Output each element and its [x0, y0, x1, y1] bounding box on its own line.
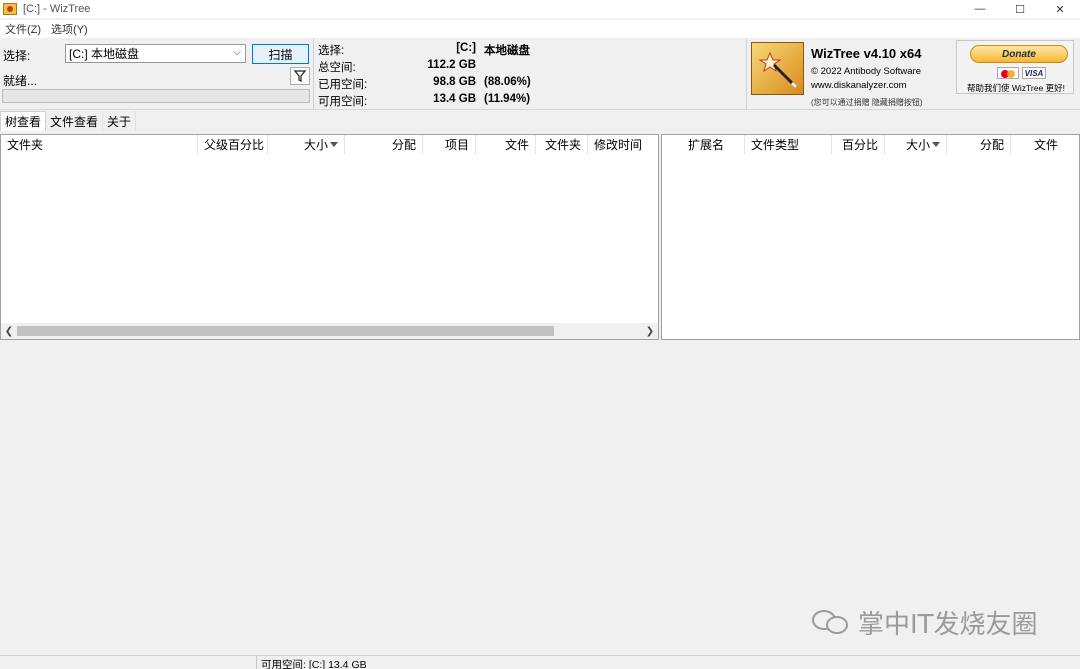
column-header-files[interactable]: 文件: [476, 135, 536, 155]
column-header-size[interactable]: 大小: [885, 135, 947, 155]
tab-about[interactable]: 关于: [103, 111, 137, 131]
minimize-icon[interactable]: —: [960, 0, 1000, 18]
drive-select[interactable]: [C:] 本地磁盘 ⌵: [65, 44, 246, 63]
menu-bar: 文件(Z) 选项(Y): [0, 20, 1080, 38]
column-header-allocated[interactable]: 分配: [345, 135, 423, 155]
visa-icon: VISA: [1022, 67, 1046, 79]
info-extra: (88.06%): [484, 76, 531, 88]
column-header-extension[interactable]: 扩展名: [682, 135, 745, 155]
filter-icon: [294, 70, 306, 82]
info-value: 112.2 GB: [427, 59, 476, 71]
info-label: 可用空间:: [318, 96, 368, 108]
info-row-total: 总空间: 112.2 GB: [318, 57, 548, 74]
website-link[interactable]: www.diskanalyzer.com: [811, 80, 907, 91]
sort-desc-icon: [932, 142, 940, 147]
window-controls: — ☐ ✕: [960, 0, 1080, 18]
scan-progress-bar: [2, 89, 310, 103]
info-row-used: 已用空间: 98.8 GB (88.06%): [318, 74, 548, 91]
info-value: 98.8 GB: [433, 76, 476, 88]
status-separator: [256, 656, 257, 669]
donate-help-text: 帮助我们使 WizTree 更好!: [967, 83, 1065, 93]
column-header-folder[interactable]: 文件夹: [1, 135, 198, 155]
column-header-modified[interactable]: 修改时间: [588, 135, 658, 155]
window-title: [C:] - WizTree: [23, 3, 91, 15]
watermark-text: 掌中IT发烧友圈: [858, 609, 1038, 640]
status-bar-text: 可用空间: [C:] 13.4 GB: [261, 659, 367, 669]
scroll-left-icon[interactable]: ❮: [2, 323, 16, 339]
folder-tree-pane[interactable]: 文件夹 父级百分比 大小 分配 项目 文件 文件夹 修改时间 ❮ ❯: [0, 134, 659, 340]
wechat-icon: [812, 608, 852, 636]
tree-column-headers: 文件夹 父级百分比 大小 分配 项目 文件 文件夹 修改时间: [1, 135, 658, 155]
column-header-parent-percent[interactable]: 父级百分比: [198, 135, 268, 155]
panel-divider: [313, 38, 314, 110]
info-label: 已用空间:: [318, 79, 368, 91]
watermark: 掌中IT发烧友圈: [812, 605, 1038, 640]
chevron-down-icon: ⌵: [233, 47, 241, 58]
donate-button[interactable]: Donate: [970, 45, 1068, 63]
status-bar: 可用空间: [C:] 13.4 GB: [0, 655, 1080, 669]
info-value: [C:]: [456, 42, 476, 54]
info-label: 总空间:: [318, 62, 356, 74]
column-header-files[interactable]: 文件: [1011, 135, 1064, 155]
copyright-text: © 2022 Antibody Software: [811, 66, 921, 77]
scrollbar-thumb[interactable]: [17, 326, 554, 336]
wiztree-logo: [751, 42, 804, 95]
donate-note: (您可以通过捐赠 隐藏捐赠按钮): [811, 98, 923, 107]
title-bar: [C:] - WizTree — ☐ ✕: [0, 0, 1080, 18]
column-header-file-type[interactable]: 文件类型: [745, 135, 832, 155]
panel-divider: [746, 38, 747, 110]
menu-file[interactable]: 文件(Z): [0, 21, 46, 37]
close-icon[interactable]: ✕: [1040, 0, 1080, 18]
info-row-free: 可用空间: 13.4 GB (11.94%): [318, 91, 548, 108]
info-value: 13.4 GB: [433, 93, 476, 105]
column-header-size-label: 大小: [905, 138, 930, 152]
column-header-folders[interactable]: 文件夹: [536, 135, 588, 155]
view-tabs: 树查看 文件查看 关于: [0, 111, 137, 131]
info-label: 选择:: [318, 45, 345, 57]
extension-list-pane[interactable]: 扩展名 文件类型 百分比 大小 分配 文件: [661, 134, 1080, 340]
top-panel: 选择: [C:] 本地磁盘 ⌵ 扫描 就绪... 选择: [C:] 本地磁盘 总…: [0, 38, 1080, 110]
magic-wand-icon: [757, 51, 797, 88]
info-row-select: 选择: [C:] 本地磁盘: [318, 40, 548, 57]
select-label: 选择:: [3, 49, 31, 63]
horizontal-scrollbar[interactable]: ❮ ❯: [1, 323, 658, 339]
tab-tree-view[interactable]: 树查看: [0, 111, 47, 131]
payment-cards: VISA: [997, 67, 1046, 79]
column-header-size[interactable]: 大小: [268, 135, 345, 155]
column-header-items[interactable]: 项目: [423, 135, 476, 155]
tab-file-view[interactable]: 文件查看: [46, 111, 104, 131]
column-header-allocated[interactable]: 分配: [947, 135, 1011, 155]
menu-options[interactable]: 选项(Y): [46, 21, 93, 37]
scan-button[interactable]: 扫描: [252, 44, 309, 64]
info-extra: 本地磁盘: [484, 45, 530, 57]
drive-info: 选择: [C:] 本地磁盘 总空间: 112.2 GB 已用空间: 98.8 G…: [318, 40, 548, 108]
status-label: 就绪...: [3, 74, 38, 88]
wiztree-app-icon: [3, 3, 17, 15]
sort-desc-icon: [330, 142, 338, 147]
donate-panel: Donate VISA 帮助我们使 WizTree 更好!: [956, 40, 1074, 94]
filter-button[interactable]: [290, 67, 310, 85]
info-extra: (11.94%): [484, 93, 531, 105]
column-header-percent[interactable]: 百分比: [832, 135, 885, 155]
scroll-right-icon[interactable]: ❯: [643, 323, 657, 339]
maximize-icon[interactable]: ☐: [1000, 0, 1040, 18]
mastercard-icon: [997, 67, 1019, 79]
column-header-size-label: 大小: [303, 138, 328, 152]
app-version-title: WizTree v4.10 x64: [811, 46, 922, 61]
ext-column-headers: 扩展名 文件类型 百分比 大小 分配 文件: [662, 135, 1079, 155]
drive-select-value: [C:] 本地磁盘: [69, 47, 140, 61]
